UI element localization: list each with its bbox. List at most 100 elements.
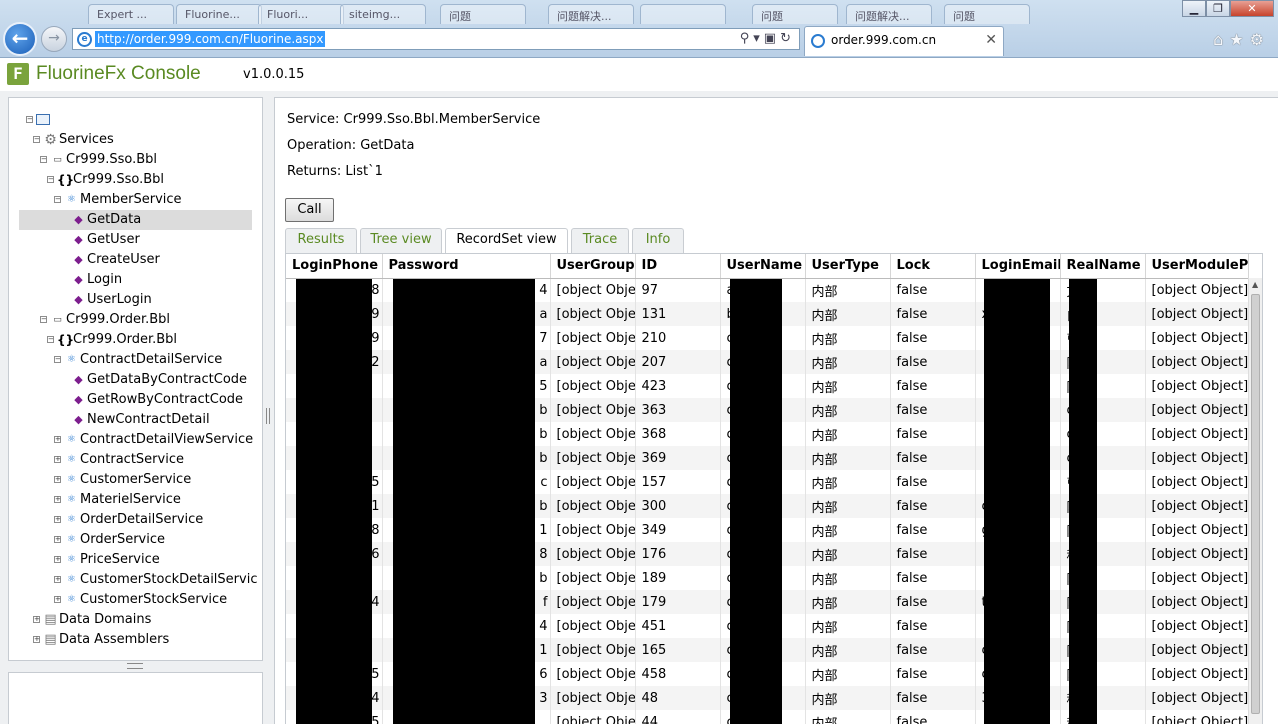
tree-item-operation[interactable]: ◆ CreateUser (9, 250, 262, 270)
collapse-toggle-icon[interactable]: − (40, 316, 47, 323)
column-header[interactable]: Lock (890, 254, 976, 279)
background-tab[interactable]: 问题解决... (548, 4, 634, 24)
expand-toggle-icon[interactable]: + (54, 476, 61, 483)
column-header[interactable]: LoginEmail (975, 254, 1061, 279)
vertical-splitter-grip[interactable] (266, 408, 270, 424)
expand-toggle-icon[interactable]: + (54, 456, 61, 463)
tree-item[interactable]: + ⚛ CustomerStockService (9, 590, 262, 610)
background-tab[interactable]: siteimg... (340, 4, 426, 24)
expand-toggle-icon[interactable]: + (54, 536, 61, 543)
close-window-button[interactable]: ✕ (1230, 0, 1274, 17)
table-cell: [object Object] (1145, 662, 1249, 686)
app-title: FluorineFx Console (36, 63, 201, 84)
close-tab-icon[interactable]: ✕ (985, 32, 997, 48)
home-icon[interactable]: ⌂ (1213, 30, 1229, 49)
tree-item[interactable]: + ⚛ CustomerService (9, 470, 262, 490)
collapse-toggle-icon[interactable]: − (33, 136, 40, 143)
scroll-up-icon[interactable]: ▲ (1252, 280, 1258, 289)
address-bar[interactable]: e http://order.999.com.cn/Fluorine.aspx … (72, 28, 800, 50)
tree-item[interactable]: −{} Cr999.Order.Bbl (9, 330, 262, 350)
tab-trace[interactable]: Trace (571, 228, 629, 253)
column-header[interactable]: LoginPhone (286, 254, 383, 279)
background-tab[interactable] (640, 4, 726, 24)
tab-tree-view[interactable]: Tree view (360, 228, 442, 253)
forward-button[interactable]: → (41, 26, 67, 52)
column-header[interactable]: RealName (1060, 254, 1146, 279)
tree-item[interactable]: + ▤ Data Domains (9, 610, 262, 630)
tree-item[interactable]: + ⚛ CustomerStockDetailServic (9, 570, 262, 590)
refresh-icon[interactable]: ↻ (780, 31, 795, 46)
background-tab[interactable]: 问题 (752, 4, 838, 24)
expand-toggle-icon[interactable]: + (54, 596, 61, 603)
tree-item[interactable]: + ⚛ OrderService (9, 530, 262, 550)
tree-item[interactable]: − ▭ Cr999.Sso.Bbl (9, 150, 262, 170)
column-header[interactable]: UserModulePe (1145, 254, 1249, 279)
expand-toggle-icon[interactable]: + (54, 576, 61, 583)
table-cell: [object Object] (1145, 302, 1249, 326)
background-tab[interactable]: Fluorine... (176, 4, 262, 24)
tab-info[interactable]: Info (632, 228, 684, 253)
collapse-toggle-icon[interactable]: − (26, 116, 33, 123)
scroll-thumb[interactable] (1251, 294, 1260, 714)
compat-view-icon[interactable]: ▣ (764, 31, 780, 46)
tree-item[interactable]: − ▭ Cr999.Order.Bbl (9, 310, 262, 330)
collapse-toggle-icon[interactable]: − (47, 176, 54, 183)
table-cell: [object Object] (1145, 326, 1249, 350)
background-tab[interactable]: Expert ... (88, 4, 174, 24)
tree-item[interactable]: − ⚛ ContractDetailService (9, 350, 262, 370)
tree-item-operation[interactable]: ◆ GetData (19, 210, 252, 230)
column-header[interactable]: UserName (720, 254, 806, 279)
tree-item[interactable]: + ⚛ MaterielService (9, 490, 262, 510)
tree-item[interactable]: + ▤ Data Assemblers (9, 630, 262, 650)
tree-item[interactable]: + ⚛ ContractService (9, 450, 262, 470)
tab-results[interactable]: Results (285, 228, 357, 253)
column-header[interactable]: UserType (805, 254, 891, 279)
background-tab[interactable]: 问题 (440, 4, 526, 24)
gear-icon[interactable]: ⚙ (1250, 30, 1270, 49)
grid-scrollbar[interactable]: ▲ (1248, 278, 1262, 724)
tree-item[interactable]: −{} Cr999.Sso.Bbl (9, 170, 262, 190)
tree-item-operation[interactable]: ◆ GetUser (9, 230, 262, 250)
expand-toggle-icon[interactable]: + (33, 636, 40, 643)
call-button[interactable]: Call (285, 198, 334, 222)
tree-item[interactable]: + ⚛ PriceService (9, 550, 262, 570)
maximize-button[interactable]: ❐ (1206, 0, 1230, 17)
tree-item[interactable]: + ⚛ OrderDetailService (9, 510, 262, 530)
tree-item-operation[interactable]: ◆ NewContractDetail (9, 410, 262, 430)
tree-item-operation[interactable]: ◆ GetRowByContractCode (9, 390, 262, 410)
address-url[interactable]: http://order.999.com.cn/Fluorine.aspx (95, 31, 326, 47)
tree-item[interactable]: − ⚙ Services (9, 130, 262, 150)
tree-item-operation[interactable]: ◆ UserLogin (9, 290, 262, 310)
table-cell: 内部 (805, 614, 891, 638)
expand-toggle-icon[interactable]: + (33, 616, 40, 623)
background-tab[interactable]: Fluori... (258, 4, 344, 24)
tree-item-operation[interactable]: ◆ Login (9, 270, 262, 290)
horizontal-splitter-grip[interactable] (127, 663, 143, 669)
tree-item-operation[interactable]: ◆ GetDataByContractCode (9, 370, 262, 390)
collapse-toggle-icon[interactable]: − (47, 336, 54, 343)
column-header[interactable]: ID (635, 254, 721, 279)
tab-title: order.999.com.cn (831, 33, 937, 47)
expand-toggle-icon[interactable]: + (54, 556, 61, 563)
expand-toggle-icon[interactable]: + (54, 496, 61, 503)
background-tab[interactable]: 问题 (944, 4, 1030, 24)
expand-toggle-icon[interactable]: + (54, 436, 61, 443)
tree-item[interactable]: − (9, 110, 262, 130)
minimize-button[interactable]: ▁ (1182, 0, 1206, 17)
collapse-toggle-icon[interactable]: − (54, 196, 61, 203)
collapse-toggle-icon[interactable]: − (40, 156, 47, 163)
table-cell: false (890, 398, 976, 422)
chevron-down-icon[interactable]: ▾ (753, 31, 764, 46)
expand-toggle-icon[interactable]: + (54, 516, 61, 523)
column-header[interactable]: UserGroups (550, 254, 636, 279)
tree-item[interactable]: + ⚛ ContractDetailViewService (9, 430, 262, 450)
star-icon[interactable]: ★ (1229, 30, 1249, 49)
tab-active[interactable]: order.999.com.cn ✕ (804, 26, 1004, 56)
collapse-toggle-icon[interactable]: − (54, 356, 61, 363)
search-icon[interactable]: ⚲ (740, 31, 754, 46)
tab-recordset-view[interactable]: RecordSet view (445, 228, 568, 254)
background-tab[interactable]: 问题解决... (846, 4, 932, 24)
tree-item[interactable]: − ⚛ MemberService (9, 190, 262, 210)
back-button[interactable]: ← (3, 22, 37, 56)
column-header[interactable]: Password (382, 254, 551, 279)
